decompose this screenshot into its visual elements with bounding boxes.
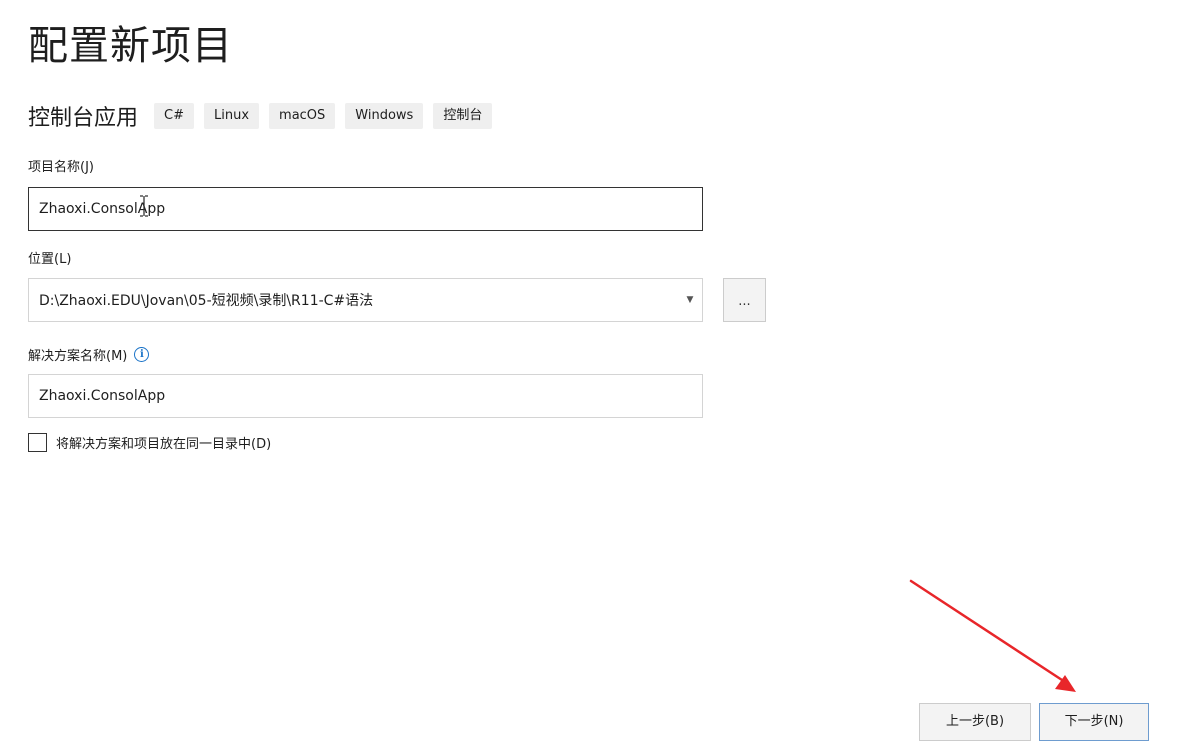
annotation-arrow-shaft (909, 579, 1064, 682)
annotation-arrow-head (1055, 675, 1076, 692)
project-name-field[interactable] (28, 187, 703, 231)
tag-macos: macOS (269, 103, 336, 129)
same-directory-label: 将解决方案和项目放在同一目录中(D) (56, 437, 272, 452)
page-title: 配置新项目 (28, 23, 233, 69)
solution-name-field[interactable] (28, 374, 703, 418)
tag-csharp: C# (154, 103, 194, 129)
info-icon[interactable]: i (134, 347, 150, 362)
project-name-label: 项目名称(J) (28, 160, 94, 175)
text-cursor-icon (140, 195, 148, 217)
next-button[interactable]: 下一步(N) (1039, 703, 1149, 741)
template-header: 控制台应用 C# Linux macOS Windows 控制台 (28, 98, 502, 134)
solution-name-label-row: 解决方案名称(M) i (28, 345, 150, 364)
template-name: 控制台应用 (28, 106, 139, 131)
tag-linux: Linux (204, 103, 260, 129)
same-directory-option[interactable]: 将解决方案和项目放在同一目录中(D) (28, 433, 271, 452)
tag-console: 控制台 (433, 103, 493, 129)
same-directory-checkbox[interactable] (28, 433, 47, 452)
location-label: 位置(L) (28, 252, 72, 267)
project-name-input[interactable] (29, 188, 702, 230)
tag-windows: Windows (345, 103, 424, 129)
solution-name-label: 解决方案名称(M) (28, 349, 128, 364)
solution-name-input[interactable] (29, 375, 702, 417)
location-value: D:\Zhaoxi.EDU\Jovan\05-短视频\录制\R11-C#语法 (39, 293, 374, 309)
back-button[interactable]: 上一步(B) (919, 703, 1031, 741)
location-combobox[interactable]: D:\Zhaoxi.EDU\Jovan\05-短视频\录制\R11-C#语法 ▼ (28, 278, 703, 322)
browse-button[interactable]: ... (723, 278, 766, 322)
dropdown-arrow-icon[interactable]: ▼ (680, 295, 700, 305)
